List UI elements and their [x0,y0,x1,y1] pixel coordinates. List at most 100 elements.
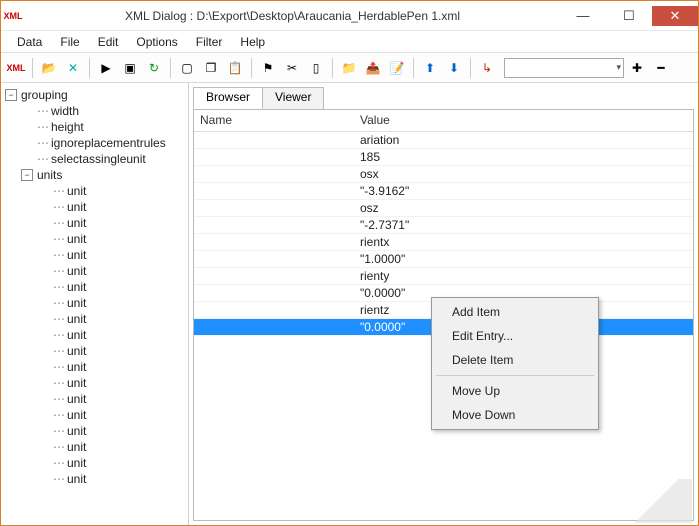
cell-value: rienty [354,269,693,283]
add-icon[interactable]: ✚ [626,57,648,79]
grid-header: Name Value [194,110,693,132]
tree-item-unit[interactable]: ⋯unit [1,423,188,439]
delete-icon[interactable]: ✕ [62,57,84,79]
chevron-down-icon: ▾ [616,62,621,73]
refresh-icon[interactable]: ↻ [143,57,165,79]
table-row[interactable]: rientx [194,234,693,251]
move-up-icon[interactable]: ⬆ [419,57,441,79]
table-row[interactable]: 185 [194,149,693,166]
tree-item-unit[interactable]: ⋯unit [1,263,188,279]
table-row[interactable]: osx [194,166,693,183]
tree-item-unit[interactable]: ⋯unit [1,359,188,375]
menu-options[interactable]: Options [128,33,185,51]
tree-label: unit [67,344,86,358]
remove-icon[interactable]: ━ [650,57,672,79]
tab-viewer[interactable]: Viewer [262,87,324,109]
tree-label: unit [67,232,86,246]
column-name[interactable]: Name [194,110,354,131]
tree-item-unit[interactable]: ⋯unit [1,439,188,455]
menu-edit[interactable]: Edit [90,33,127,51]
maximize-button[interactable]: ☐ [606,6,652,26]
tree-label: unit [67,424,86,438]
window-controls: — ☐ ✕ [560,6,698,26]
cut-icon[interactable]: ✂ [281,57,303,79]
tree-label: unit [67,408,86,422]
tree-item-units[interactable]: −units [1,167,188,183]
expander-icon[interactable]: − [21,169,33,181]
flag-icon[interactable]: ⚑ [257,57,279,79]
move-down-icon[interactable]: ⬇ [443,57,465,79]
tree-item-unit[interactable]: ⋯unit [1,327,188,343]
tree-item-unit[interactable]: ⋯unit [1,183,188,199]
menu-file[interactable]: File [52,33,87,51]
tree-item-unit[interactable]: ⋯unit [1,343,188,359]
menubar: DataFileEditOptionsFilterHelp [1,31,698,53]
column-value[interactable]: Value [354,110,693,131]
tree-item-unit[interactable]: ⋯unit [1,375,188,391]
table-row[interactable]: "1.0000" [194,251,693,268]
minimize-button[interactable]: — [560,6,606,26]
page-icon[interactable]: ▯ [305,57,327,79]
tree-item-selectassingleunit[interactable]: ⋯selectassingleunit [1,151,188,167]
tree-label: unit [67,264,86,278]
paste-icon[interactable]: 📋 [224,57,246,79]
tree-item-unit[interactable]: ⋯unit [1,199,188,215]
menu-edit-entry[interactable]: Edit Entry... [434,324,596,348]
cell-value: osz [354,201,693,215]
tree-label: ignoreplacementrules [51,136,166,150]
table-row[interactable]: "-3.9162" [194,183,693,200]
tree-item-unit[interactable]: ⋯unit [1,311,188,327]
menu-filter[interactable]: Filter [188,33,231,51]
close-button[interactable]: ✕ [652,6,698,26]
open-icon[interactable]: 📂 [38,57,60,79]
tree-item-unit[interactable]: ⋯unit [1,391,188,407]
tree-item-unit[interactable]: ⋯unit [1,279,188,295]
menu-move-down[interactable]: Move Down [434,403,596,427]
goto-icon[interactable]: ↳ [476,57,498,79]
doc-icon[interactable]: ▣ [119,57,141,79]
tree-item-unit[interactable]: ⋯unit [1,215,188,231]
window-title: XML Dialog : D:\Export\Desktop\Araucania… [25,9,560,23]
tree-label: unit [67,376,86,390]
menu-move-up[interactable]: Move Up [434,379,596,403]
menu-delete-item[interactable]: Delete Item [434,348,596,372]
tree-item-unit[interactable]: ⋯unit [1,407,188,423]
play-icon[interactable]: ▶ [95,57,117,79]
tree-item-unit[interactable]: ⋯unit [1,455,188,471]
xml-mode-button[interactable]: XML [5,57,27,79]
tree-item-unit[interactable]: ⋯unit [1,295,188,311]
table-row[interactable]: rienty [194,268,693,285]
table-row[interactable]: "-2.7371" [194,217,693,234]
tree-label: unit [67,216,86,230]
tree-item-ignoreplacementrules[interactable]: ⋯ignoreplacementrules [1,135,188,151]
folder-open-icon[interactable]: 📁 [338,57,360,79]
table-row[interactable]: osz [194,200,693,217]
cell-value: osx [354,167,693,181]
search-combo[interactable]: ▾ [504,58,624,78]
tree-label: units [37,168,62,182]
tree-pane[interactable]: −grouping⋯width⋯height⋯ignoreplacementru… [1,83,189,525]
tree-label: width [51,104,79,118]
tree-root[interactable]: −grouping [1,87,188,103]
menu-help[interactable]: Help [232,33,273,51]
tree-label: unit [67,296,86,310]
menu-add-item[interactable]: Add Item [434,300,596,324]
expander-icon[interactable]: − [5,89,17,101]
tree-item-unit[interactable]: ⋯unit [1,471,188,487]
table-row[interactable]: ariation [194,132,693,149]
new-icon[interactable]: ▢ [176,57,198,79]
tree-label: grouping [21,88,68,102]
tree-item-height[interactable]: ⋯height [1,119,188,135]
tree-item-unit[interactable]: ⋯unit [1,247,188,263]
export-icon[interactable]: 📤 [362,57,384,79]
tree-item-width[interactable]: ⋯width [1,103,188,119]
titlebar: XML XML Dialog : D:\Export\Desktop\Arauc… [1,1,698,31]
app-icon: XML [1,11,25,21]
edit-list-icon[interactable]: 📝 [386,57,408,79]
context-menu: Add Item Edit Entry... Delete Item Move … [431,297,599,430]
menu-data[interactable]: Data [9,33,50,51]
tab-browser[interactable]: Browser [193,87,263,109]
copy-icon[interactable]: ❐ [200,57,222,79]
tree-item-unit[interactable]: ⋯unit [1,231,188,247]
tree-label: unit [67,200,86,214]
